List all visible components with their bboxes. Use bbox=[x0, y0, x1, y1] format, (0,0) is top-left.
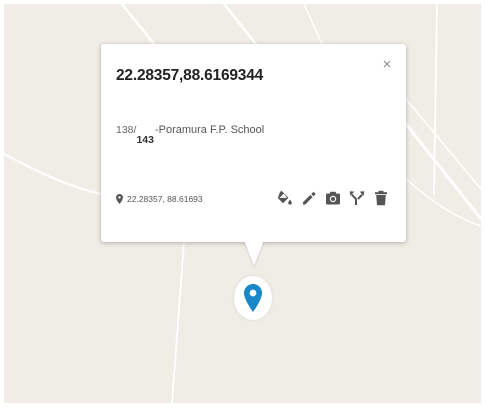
map-pin-icon bbox=[116, 194, 123, 204]
paint-bucket-icon bbox=[277, 190, 292, 205]
photo-tool[interactable] bbox=[324, 189, 341, 207]
map-marker[interactable] bbox=[234, 274, 272, 322]
location-pin-icon bbox=[244, 284, 262, 312]
close-icon: × bbox=[382, 55, 392, 73]
map-canvas[interactable]: 22.28357,88.6169344 × 138/143-Poramura F… bbox=[4, 4, 481, 403]
fraction-denominator: 143 bbox=[136, 134, 154, 146]
close-button[interactable]: × bbox=[378, 55, 396, 73]
popup-title: 22.28357,88.6169344 bbox=[116, 67, 264, 84]
coordinates-text: 22.28357, 88.61693 bbox=[127, 194, 203, 204]
coordinates-row: 22.28357, 88.61693 bbox=[116, 194, 203, 204]
edit-tool[interactable] bbox=[300, 189, 317, 207]
fraction-numerator: 138/ bbox=[116, 124, 137, 136]
camera-icon bbox=[325, 191, 340, 205]
popup-pointer bbox=[244, 240, 264, 266]
popup-toolbar bbox=[276, 189, 389, 207]
directions-tool[interactable] bbox=[348, 189, 365, 207]
delete-tool[interactable] bbox=[372, 189, 389, 207]
place-description: 138/143-Poramura F.P. School bbox=[116, 124, 265, 146]
style-tool[interactable] bbox=[276, 189, 293, 207]
place-name: -Poramura F.P. School bbox=[154, 124, 265, 136]
info-popup: 22.28357,88.6169344 × 138/143-Poramura F… bbox=[101, 44, 406, 242]
fork-arrows-icon bbox=[349, 191, 364, 205]
pencil-icon bbox=[302, 191, 316, 205]
trash-icon bbox=[374, 190, 387, 206]
